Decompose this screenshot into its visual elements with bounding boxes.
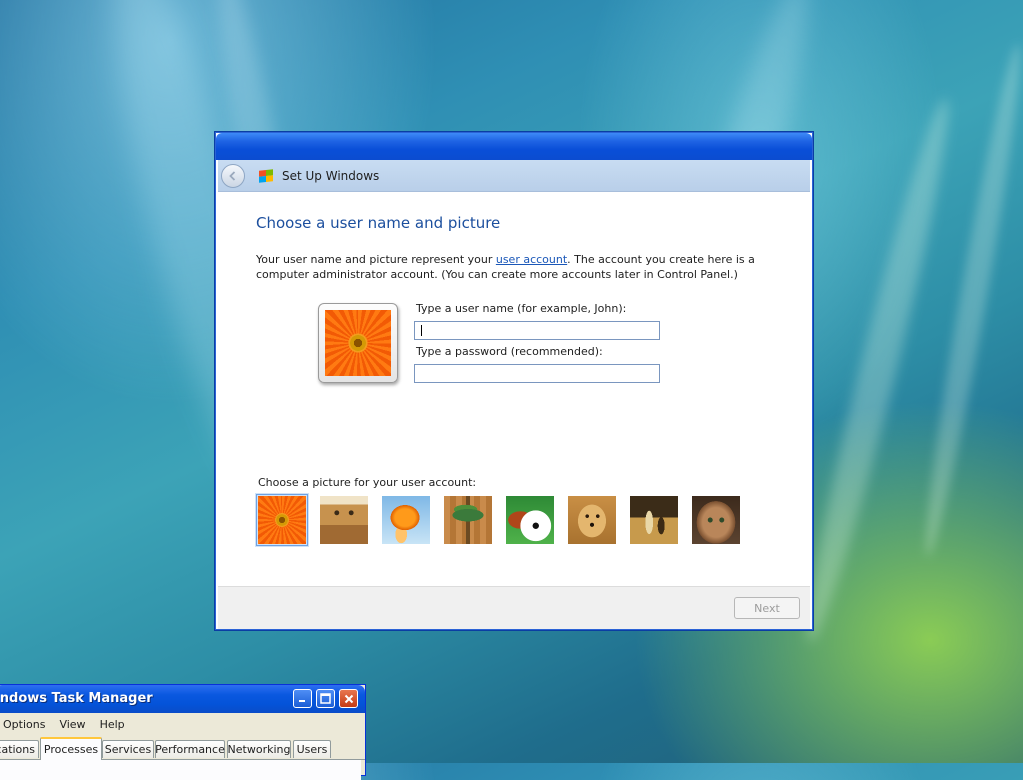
task-manager-panel	[0, 760, 361, 780]
dialog-body: Choose a user name and picture Your user…	[218, 192, 810, 586]
tab-processes-label: Processes	[43, 743, 99, 756]
tab-applications[interactable]: Applications	[0, 740, 39, 758]
intro-text: Your user name and picture represent you…	[256, 252, 776, 282]
tab-services-label: Services	[104, 743, 152, 756]
intro-text-start: Your user name and picture represent you…	[256, 253, 496, 266]
picture-option-ball[interactable]	[506, 496, 554, 544]
nav-title: Set Up Windows	[282, 168, 380, 183]
back-arrow-icon	[229, 170, 236, 181]
setup-dialog: Set Up Windows Choose a user name and pi…	[214, 131, 814, 631]
tab-performance[interactable]: Performance	[155, 740, 225, 758]
picture-option-chess[interactable]	[630, 496, 678, 544]
dialog-footer: Next	[218, 586, 810, 629]
tab-processes[interactable]: Processes	[40, 737, 102, 760]
tab-services[interactable]: Services	[102, 740, 154, 758]
task-manager-title: Windows Task Manager	[0, 691, 153, 706]
gerbera-image	[325, 310, 391, 376]
tab-performance-label: Performance	[155, 743, 225, 756]
back-button[interactable]	[221, 163, 245, 188]
picture-option-robot[interactable]	[320, 496, 368, 544]
password-field[interactable]	[414, 364, 660, 383]
minimize-button[interactable]	[293, 689, 312, 708]
page-heading: Choose a user name and picture	[256, 214, 501, 232]
dialog-title-bar[interactable]	[216, 133, 812, 160]
task-manager-menu-bar: Options View Help	[0, 713, 365, 735]
tab-networking[interactable]: Networking	[227, 740, 291, 758]
tab-users-label: Users	[296, 743, 328, 756]
tab-networking-label: Networking	[227, 743, 291, 756]
task-manager-tabs: Applications Processes Services Performa…	[0, 737, 365, 760]
task-manager-title-bar[interactable]: Windows Task Manager	[0, 685, 365, 713]
close-button[interactable]	[339, 689, 358, 708]
username-label: Type a user name (for example, John):	[416, 302, 627, 315]
close-icon	[344, 694, 353, 703]
user-account-link[interactable]: user account	[496, 253, 567, 266]
text-cursor	[421, 325, 422, 336]
tab-users[interactable]: Users	[293, 740, 331, 758]
username-field[interactable]	[414, 321, 660, 340]
task-manager-window: Windows Task Manager Options View Help A…	[0, 684, 366, 780]
wallpaper-streak	[915, 41, 1023, 559]
selected-picture-preview	[318, 303, 398, 383]
dialog-nav-bar: Set Up Windows	[218, 160, 810, 192]
menu-view[interactable]: View	[59, 718, 85, 731]
minimize-icon	[299, 700, 305, 702]
password-label: Type a password (recommended):	[416, 345, 603, 358]
picture-option-bonsai[interactable]	[444, 496, 492, 544]
picture-option-goldfish[interactable]	[382, 496, 430, 544]
menu-help[interactable]: Help	[100, 718, 125, 731]
picture-chooser-label: Choose a picture for your user account:	[258, 476, 477, 489]
windows-flag-icon	[259, 168, 273, 183]
tab-applications-label: Applications	[0, 743, 35, 756]
menu-options[interactable]: Options	[3, 718, 45, 731]
picture-option-gerbera[interactable]	[256, 494, 308, 546]
wallpaper-streak	[792, 93, 964, 647]
task-manager-title-text: Windows Task Manager	[0, 691, 153, 706]
maximize-icon	[320, 693, 331, 704]
picture-option-puppy[interactable]	[568, 496, 616, 544]
maximize-button[interactable]	[316, 689, 335, 708]
next-button[interactable]: Next	[734, 597, 800, 619]
picture-option-kitten[interactable]	[692, 496, 740, 544]
